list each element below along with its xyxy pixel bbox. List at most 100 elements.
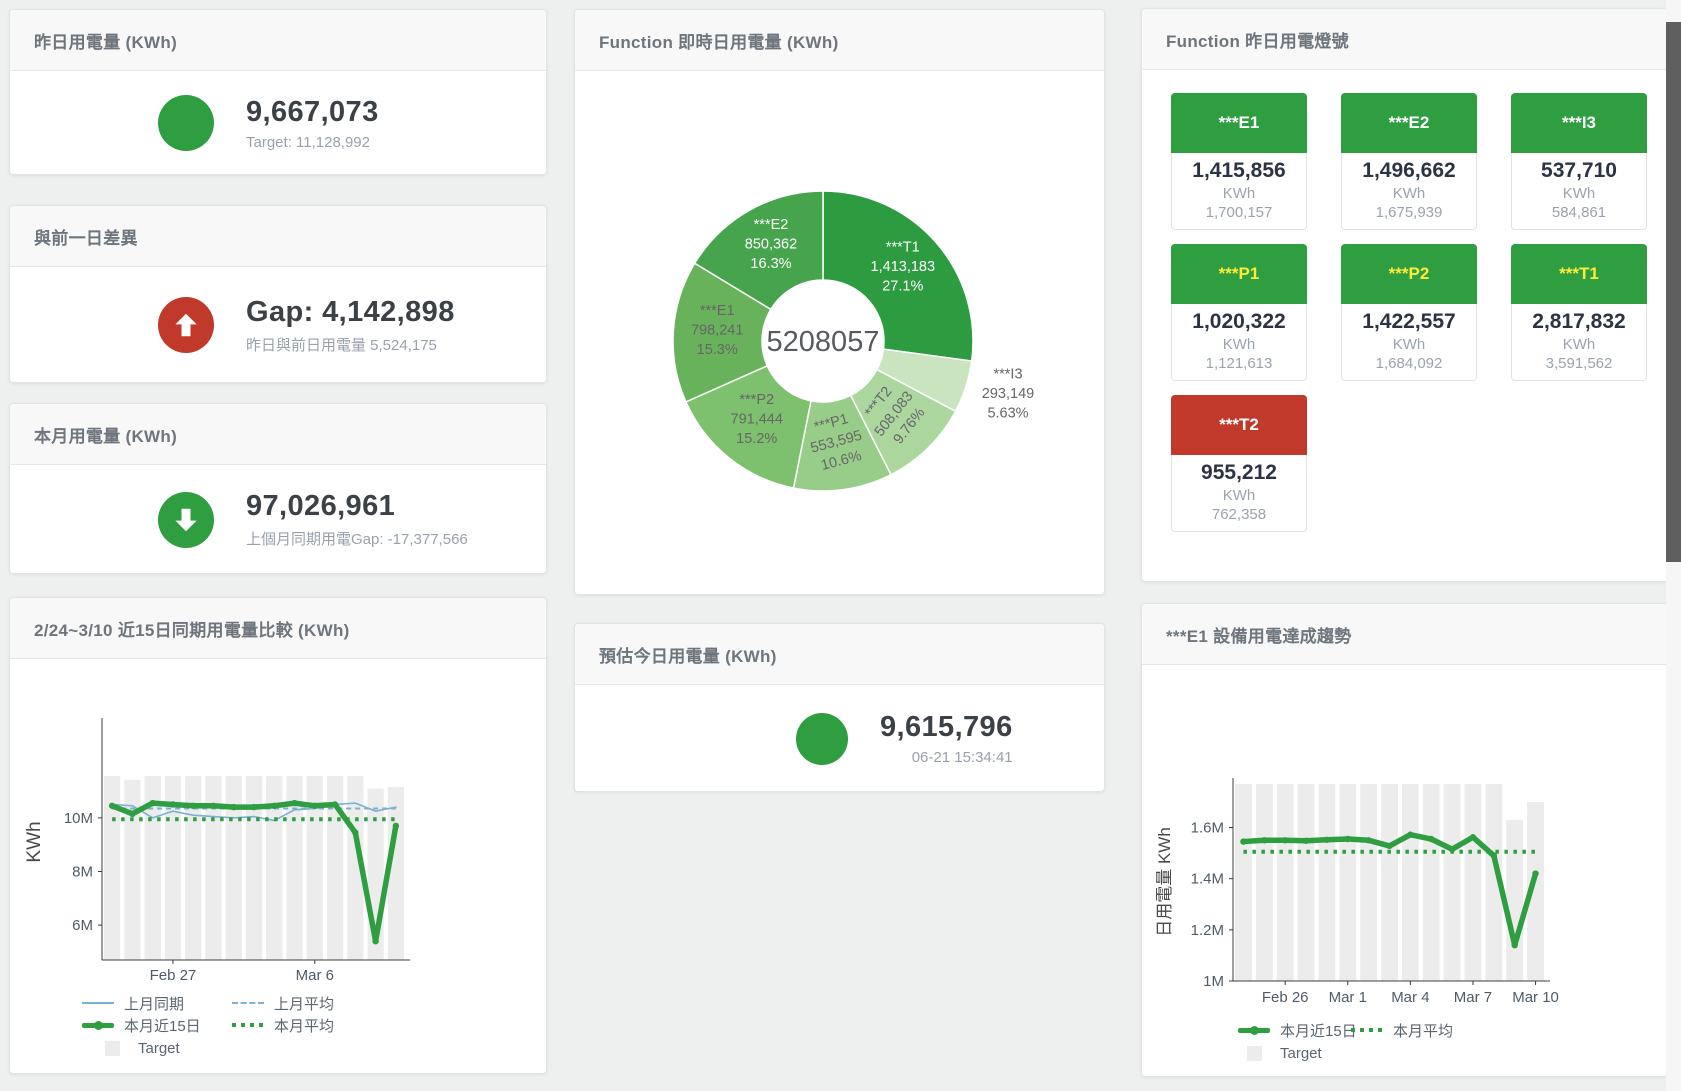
realtime-donut-chart[interactable]: ***T11,413,18327.1%***I3293,1495.63%***T… [575,70,1104,593]
series-point[interactable] [1470,834,1476,840]
legend-item-本月近15日[interactable]: 本月近15日 [1238,1021,1357,1039]
series-point[interactable] [149,800,155,806]
light-tile-T2: ***T2955,212KWh762,358 [1171,395,1307,532]
legend-label: 本月近15日 [124,1015,201,1036]
series-point[interactable] [251,804,257,810]
card-e1-trend: ***E1 設備用電達成趨勢 1M1.2M1.4M1.6MFeb 26Mar 1… [1141,603,1668,1077]
card-header: Function 昨日用電燈號 [1142,9,1667,70]
tile-label: ***T1 [1511,244,1647,304]
card-title: 與前一日差異 [34,224,138,249]
target-bar [1277,784,1294,981]
legend-thick-line-icon [1238,1028,1270,1033]
tile-label: ***E2 [1341,93,1477,153]
card-title: 2/24~3/10 近15日同期用電量比較 (KWh) [34,616,350,641]
legend-item-Target[interactable]: Target [96,1039,180,1057]
card-yesterday-usage: 昨日用電量 (KWh) 9,667,073 Target: 11,128,992 [9,9,547,175]
tile-body: 1,020,322KWh1,121,613 [1171,304,1307,381]
month-value: 97,026,961 [246,490,468,523]
yesterday-target: Target: 11,128,992 [246,134,379,151]
status-circle-icon [796,713,848,765]
series-point[interactable] [109,803,115,809]
series-point[interactable] [170,801,176,807]
legend-thick-line-icon [82,1023,114,1028]
card-day-gap: 與前一日差異 Gap: 4,142,898 昨日與前日用電量 5,524,175 [9,205,547,383]
legend-item-上月同期[interactable]: 上月同期 [82,994,184,1012]
stat-row: 9,667,073 Target: 11,128,992 [10,71,546,175]
legend-item-Target[interactable]: Target [1238,1044,1322,1062]
series-point[interactable] [1261,837,1267,843]
legend-label: 本月近15日 [1280,1020,1357,1041]
tile-body: 537,710KWh584,861 [1511,153,1647,230]
series-point[interactable] [1386,843,1392,849]
scrollbar-track[interactable] [1666,0,1681,1091]
series-point[interactable] [1512,942,1518,948]
scrollbar-thumb[interactable] [1666,22,1681,562]
legend-item-本月近15日[interactable]: 本月近15日 [82,1016,201,1034]
x-tick-label: Mar 1 [1329,989,1367,1006]
target-bar [1235,784,1252,981]
card-header: 2/24~3/10 近15日同期用電量比較 (KWh) [10,598,546,659]
y-tick-label: 6M [72,917,93,934]
series-point[interactable] [1324,837,1330,843]
legend-item-上月平均[interactable]: 上月平均 [232,994,334,1012]
legend-item-本月平均[interactable]: 本月平均 [1351,1021,1453,1039]
series-point[interactable] [1407,831,1413,837]
target-bar [1506,820,1523,981]
light-tile-T1: ***T1 2,817,832 KWh 3,591,562 [1511,244,1647,381]
month-gap: 上個月同期用電Gap: -17,377,566 [246,528,468,549]
series-point[interactable] [393,823,399,829]
tile-value: 2,817,832 [1512,310,1646,334]
legend-line-icon [82,1002,114,1004]
series-point[interactable] [352,829,358,835]
stat-row: Gap: 4,142,898 昨日與前日用電量 5,524,175 [10,267,546,383]
card-header: Function 即時日用電量 (KWh) [575,10,1104,71]
series-point[interactable] [1303,838,1309,844]
arrow-up-icon [158,297,214,353]
target-bar [1298,784,1315,981]
series-point[interactable] [1240,838,1246,844]
series-point[interactable] [271,803,277,809]
compare-line-chart[interactable]: 6M8M10MFeb 27Mar 6KWh [10,658,546,1028]
tile-target: 3,591,562 [1512,355,1646,372]
series-point[interactable] [231,804,237,810]
estimate-timestamp: 06-21 15:34:41 [880,749,1013,766]
legend-label: 上月平均 [274,993,334,1014]
series-point[interactable] [210,803,216,809]
legend-item-本月平均[interactable]: 本月平均 [232,1016,334,1034]
e1-trend-chart[interactable]: 1M1.2M1.4M1.6MFeb 26Mar 1Mar 4Mar 7Mar 1… [1142,664,1667,1034]
y-tick-label: 1.2M [1191,922,1224,939]
series-point[interactable] [1532,870,1538,876]
series-point[interactable] [1282,837,1288,843]
series-point[interactable] [372,938,378,944]
stat-row: 9,615,796 06-21 15:34:41 [575,685,1104,792]
series-point[interactable] [291,800,297,806]
legend-label: Target [138,1040,180,1057]
tile-value: 1,415,856 [1172,159,1306,183]
tile-unit: KWh [1512,336,1646,353]
card-title: 預估今日用電量 (KWh) [599,642,777,667]
tile-body: 955,212KWh762,358 [1171,455,1307,532]
light-tile-P1: ***P11,020,322KWh1,121,613 [1171,244,1307,381]
tile-value: 1,020,322 [1172,310,1306,334]
tile-target: 1,700,157 [1172,204,1306,221]
card-title: 昨日用電量 (KWh) [34,28,177,53]
series-point[interactable] [129,811,135,817]
target-bar [124,780,140,960]
card-title: ***E1 設備用電達成趨勢 [1166,622,1352,647]
donut-center-total: 5208057 [767,326,880,358]
series-point[interactable] [1365,837,1371,843]
legend-dashed-icon [232,1002,264,1004]
series-point[interactable] [332,801,338,807]
tile-label: ***P2 [1341,244,1477,304]
target-bar [1423,784,1440,981]
series-point[interactable] [190,803,196,809]
series-point[interactable] [312,803,318,809]
lights-grid: ***E11,415,856KWh1,700,157***E21,496,662… [1171,93,1647,532]
target-bar [1360,784,1377,981]
legend-label: 本月平均 [274,1015,334,1036]
x-tick-label: Mar 10 [1512,989,1559,1006]
arrow-down-icon [158,492,214,548]
series-point[interactable] [1345,836,1351,842]
y-axis-title: KWh [24,821,45,862]
series-point[interactable] [1428,836,1434,842]
